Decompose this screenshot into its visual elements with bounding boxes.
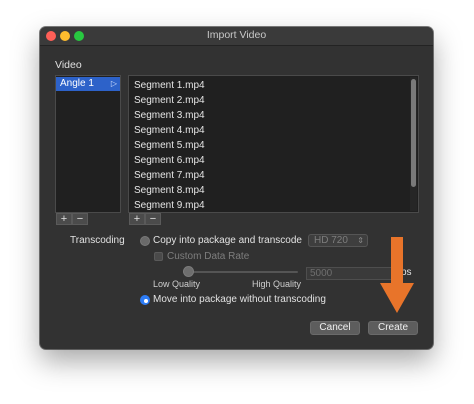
- scrollbar-thumb[interactable]: [411, 79, 416, 187]
- format-select[interactable]: HD 720 ⇕: [308, 234, 368, 247]
- data-rate-input[interactable]: 5000: [306, 267, 393, 280]
- low-quality-label: Low Quality: [153, 279, 201, 289]
- list-item[interactable]: Segment 3.mp4: [134, 108, 205, 123]
- list-item[interactable]: Segment 4.mp4: [134, 123, 205, 138]
- transcoding-label: Transcoding: [70, 235, 125, 246]
- list-item[interactable]: Segment 7.mp4: [134, 168, 205, 183]
- updown-chevron-icon: ⇕: [357, 236, 364, 245]
- import-video-window: Import Video Video Angle 1 ▷ Segment 1.m…: [40, 27, 433, 349]
- segment-list-scrollbar[interactable]: [410, 77, 417, 211]
- list-item[interactable]: Segment 6.mp4: [134, 153, 205, 168]
- high-quality-label: High Quality: [252, 279, 302, 289]
- list-item[interactable]: Segment 8.mp4: [134, 183, 205, 198]
- list-item[interactable]: Segment 1.mp4: [134, 78, 205, 93]
- angle-item-label: Angle 1: [60, 78, 94, 89]
- data-rate-value: 5000: [310, 268, 333, 279]
- angle-list-item[interactable]: Angle 1 ▷: [56, 77, 120, 91]
- remove-segment-button[interactable]: −: [145, 213, 161, 225]
- add-segment-button[interactable]: +: [129, 213, 145, 225]
- format-select-value: HD 720: [314, 235, 348, 246]
- window-title: Import Video: [206, 29, 267, 41]
- remove-angle-button[interactable]: −: [72, 213, 88, 225]
- disclosure-arrow-icon: ▷: [110, 79, 117, 88]
- create-button[interactable]: Create: [368, 321, 418, 335]
- title-bar: Import Video: [40, 27, 433, 46]
- list-item[interactable]: Segment 5.mp4: [134, 138, 205, 153]
- add-angle-button[interactable]: +: [56, 213, 72, 225]
- move-no-transcode-label[interactable]: Move into package without transcoding: [153, 294, 326, 305]
- quality-slider-thumb[interactable]: [183, 266, 194, 277]
- copy-transcode-radio[interactable]: [140, 236, 150, 246]
- segment-list[interactable]: Segment 1.mp4 Segment 2.mp4 Segment 3.mp…: [128, 75, 419, 213]
- custom-data-rate-label[interactable]: Custom Data Rate: [167, 251, 249, 262]
- copy-transcode-label[interactable]: Copy into package and transcode: [153, 235, 302, 246]
- list-item[interactable]: Segment 2.mp4: [134, 93, 205, 108]
- list-item[interactable]: Segment 9.mp4: [134, 198, 205, 212]
- quality-slider-track[interactable]: [183, 271, 298, 273]
- move-no-transcode-radio[interactable]: [140, 295, 150, 305]
- data-rate-unit-label: ps: [401, 267, 412, 278]
- custom-data-rate-checkbox[interactable]: [154, 252, 163, 261]
- video-section-label: Video: [55, 59, 82, 71]
- angle-list[interactable]: Angle 1 ▷: [55, 75, 121, 213]
- cancel-button[interactable]: Cancel: [310, 321, 360, 335]
